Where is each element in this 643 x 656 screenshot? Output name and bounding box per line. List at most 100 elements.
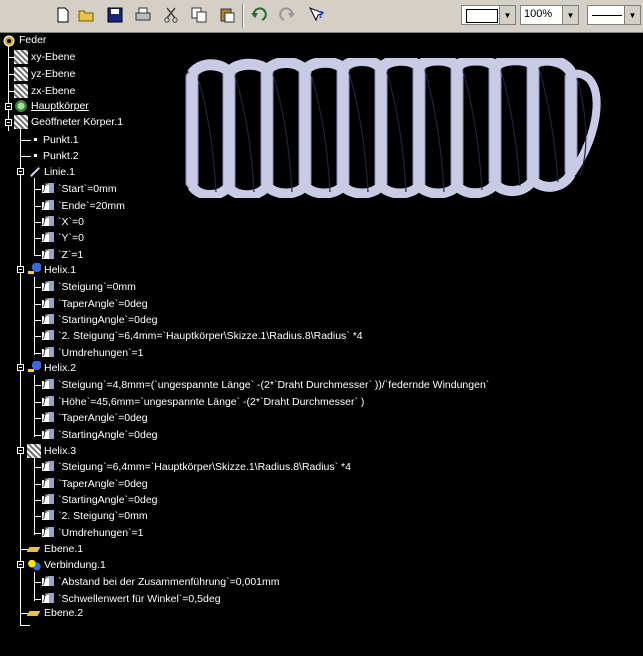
tree-root-feder[interactable]: Feder [2, 32, 46, 48]
formula-parameter-icon [41, 395, 55, 409]
tree-item-label: Helix.3 [44, 445, 77, 457]
tree-item-verbindung-1[interactable]: Verbindung.1 [27, 557, 106, 573]
collapse-toggle[interactable] [17, 266, 24, 273]
standard-toolbar: ? ▼ 100% ▼ ▼ [0, 0, 643, 33]
new-icon[interactable] [52, 4, 74, 26]
param-hoehe[interactable]: `Höhe`=45,6mm=`ungespannte Länge` -(2*`D… [41, 394, 364, 410]
tree-item-label: Helix.2 [44, 362, 77, 374]
collapse-toggle[interactable] [17, 447, 24, 454]
tree-item-label: Hauptkörper [31, 100, 89, 112]
param-label: `Z`=1 [58, 249, 84, 261]
tree-item-xy-ebene[interactable]: xy-Ebene [14, 49, 75, 65]
helix-icon [27, 444, 41, 458]
param-umdrehungen[interactable]: `Umdrehungen`=1 [41, 525, 144, 541]
save-icon[interactable] [104, 4, 126, 26]
param-steigung[interactable]: `Steigung`=6,4mm=`Hauptkörper\Skizze.1\R… [41, 459, 351, 475]
paste-icon[interactable] [216, 4, 238, 26]
zoom-value: 100% [524, 8, 553, 20]
tree-item-helix-2[interactable]: Helix.2 [27, 360, 76, 376]
color-swatch [466, 9, 498, 23]
param-start[interactable]: `Start`=0mm [41, 181, 117, 197]
tree-item-label: xy-Ebene [31, 51, 76, 63]
chevron-down-icon[interactable]: ▼ [624, 6, 640, 24]
collapse-toggle[interactable] [17, 561, 24, 568]
param-startingangle[interactable]: `StartingAngle`=0deg [41, 427, 158, 443]
param-taperangle[interactable]: `TaperAngle`=0deg [41, 410, 148, 426]
print-icon[interactable] [132, 4, 154, 26]
parameter-icon [41, 346, 55, 360]
chevron-down-icon[interactable]: ▼ [499, 6, 515, 24]
parameter-icon [41, 592, 55, 606]
cut-icon[interactable] [160, 4, 182, 26]
param-label: `TaperAngle`=0deg [58, 412, 148, 424]
tree-item-label: Geöffneter Körper.1 [31, 116, 124, 128]
param-2-steigung[interactable]: `2. Steigung`=0mm [41, 508, 148, 524]
parameter-icon [41, 215, 55, 229]
join-icon [27, 558, 41, 572]
param-y[interactable]: `Y`=0 [41, 230, 84, 246]
param-startingangle[interactable]: `StartingAngle`=0deg [41, 312, 158, 328]
param-label: `Ende`=20mm [58, 200, 125, 212]
tree-item-ebene-2[interactable]: Ebene.2 [27, 605, 83, 621]
param-z[interactable]: `Z`=1 [41, 247, 83, 263]
tree-item-ebene-1[interactable]: Ebene.1 [27, 541, 83, 557]
param-steigung[interactable]: `Steigung`=4,8mm=(`ungespannte Länge` -(… [41, 377, 489, 393]
part-icon [2, 33, 16, 47]
tree-item-punkt-1[interactable]: Punkt.1 [30, 132, 79, 148]
parameter-icon [41, 526, 55, 540]
param-label: `2. Steigung`=0mm [58, 510, 148, 522]
tree-item-linie-1[interactable]: Linie.1 [27, 164, 75, 180]
parameter-icon [41, 231, 55, 245]
helix-icon [27, 263, 41, 277]
param-label: `Abstand bei der Zusammenführung`=0,001m… [58, 576, 280, 588]
tree-item-yz-ebene[interactable]: yz-Ebene [14, 66, 75, 82]
line-sample [592, 15, 622, 16]
tree-item-label: Ebene.2 [44, 607, 84, 619]
tree-item-helix-3[interactable]: Helix.3 [27, 443, 76, 459]
zoom-combo[interactable]: 100% ▼ [520, 5, 579, 25]
param-umdrehungen[interactable]: `Umdrehungen`=1 [41, 345, 144, 361]
param-label: `X`=0 [58, 216, 84, 228]
param-startingangle[interactable]: `StartingAngle`=0deg [41, 492, 158, 508]
color-combo[interactable]: ▼ [461, 5, 516, 25]
tree-item-label: Feder [19, 34, 47, 46]
param-abstand[interactable]: `Abstand bei der Zusammenführung`=0,001m… [41, 574, 280, 590]
param-taperangle[interactable]: `TaperAngle`=0deg [41, 296, 148, 312]
tree-item-hauptkoerper[interactable]: Hauptkörper [14, 98, 89, 114]
chevron-down-icon[interactable]: ▼ [562, 6, 578, 24]
toolbar-separator [242, 4, 244, 28]
param-label: `StartingAngle`=0deg [58, 314, 158, 326]
open-icon[interactable] [76, 4, 98, 26]
undo-icon[interactable] [248, 4, 270, 26]
copy-icon[interactable] [188, 4, 210, 26]
tree-item-label: Punkt.2 [43, 150, 79, 162]
collapse-toggle[interactable] [17, 364, 24, 371]
collapse-toggle[interactable] [17, 168, 24, 175]
tree-item-zx-ebene[interactable]: zx-Ebene [14, 83, 75, 99]
param-label: `Start`=0mm [58, 183, 117, 195]
param-label: `StartingAngle`=0deg [58, 494, 158, 506]
collapse-toggle[interactable] [5, 119, 12, 126]
param-ende[interactable]: `Ende`=20mm [41, 198, 125, 214]
open-body-icon [14, 115, 28, 129]
tree-item-label: Ebene.1 [44, 543, 84, 555]
line-icon [27, 165, 41, 179]
param-2-steigung[interactable]: `2. Steigung`=6,4mm=`Hauptkörper\Skizze.… [41, 328, 363, 344]
param-taperangle[interactable]: `TaperAngle`=0deg [41, 476, 148, 492]
tree-item-punkt-2[interactable]: Punkt.2 [30, 148, 79, 164]
spring-3d-model[interactable] [180, 58, 610, 198]
tree-item-label: Verbindung.1 [44, 559, 106, 571]
plane-icon [14, 67, 28, 81]
param-label: `Steigung`=6,4mm=`Hauptkörper\Skizze.1\R… [58, 461, 351, 473]
expand-toggle[interactable] [5, 103, 12, 110]
tree-item-geoeffneter-koerper[interactable]: Geöffneter Körper.1 [14, 114, 123, 130]
parameter-icon [41, 477, 55, 491]
redo-icon[interactable] [276, 4, 298, 26]
tree-item-helix-1[interactable]: Helix.1 [27, 262, 76, 278]
whats-this-icon[interactable]: ? [306, 4, 328, 26]
linetype-combo[interactable]: ▼ [587, 5, 641, 25]
param-steigung[interactable]: `Steigung`=0mm [41, 279, 136, 295]
param-x[interactable]: `X`=0 [41, 214, 84, 230]
parameter-icon [41, 313, 55, 327]
point-icon [30, 149, 40, 163]
